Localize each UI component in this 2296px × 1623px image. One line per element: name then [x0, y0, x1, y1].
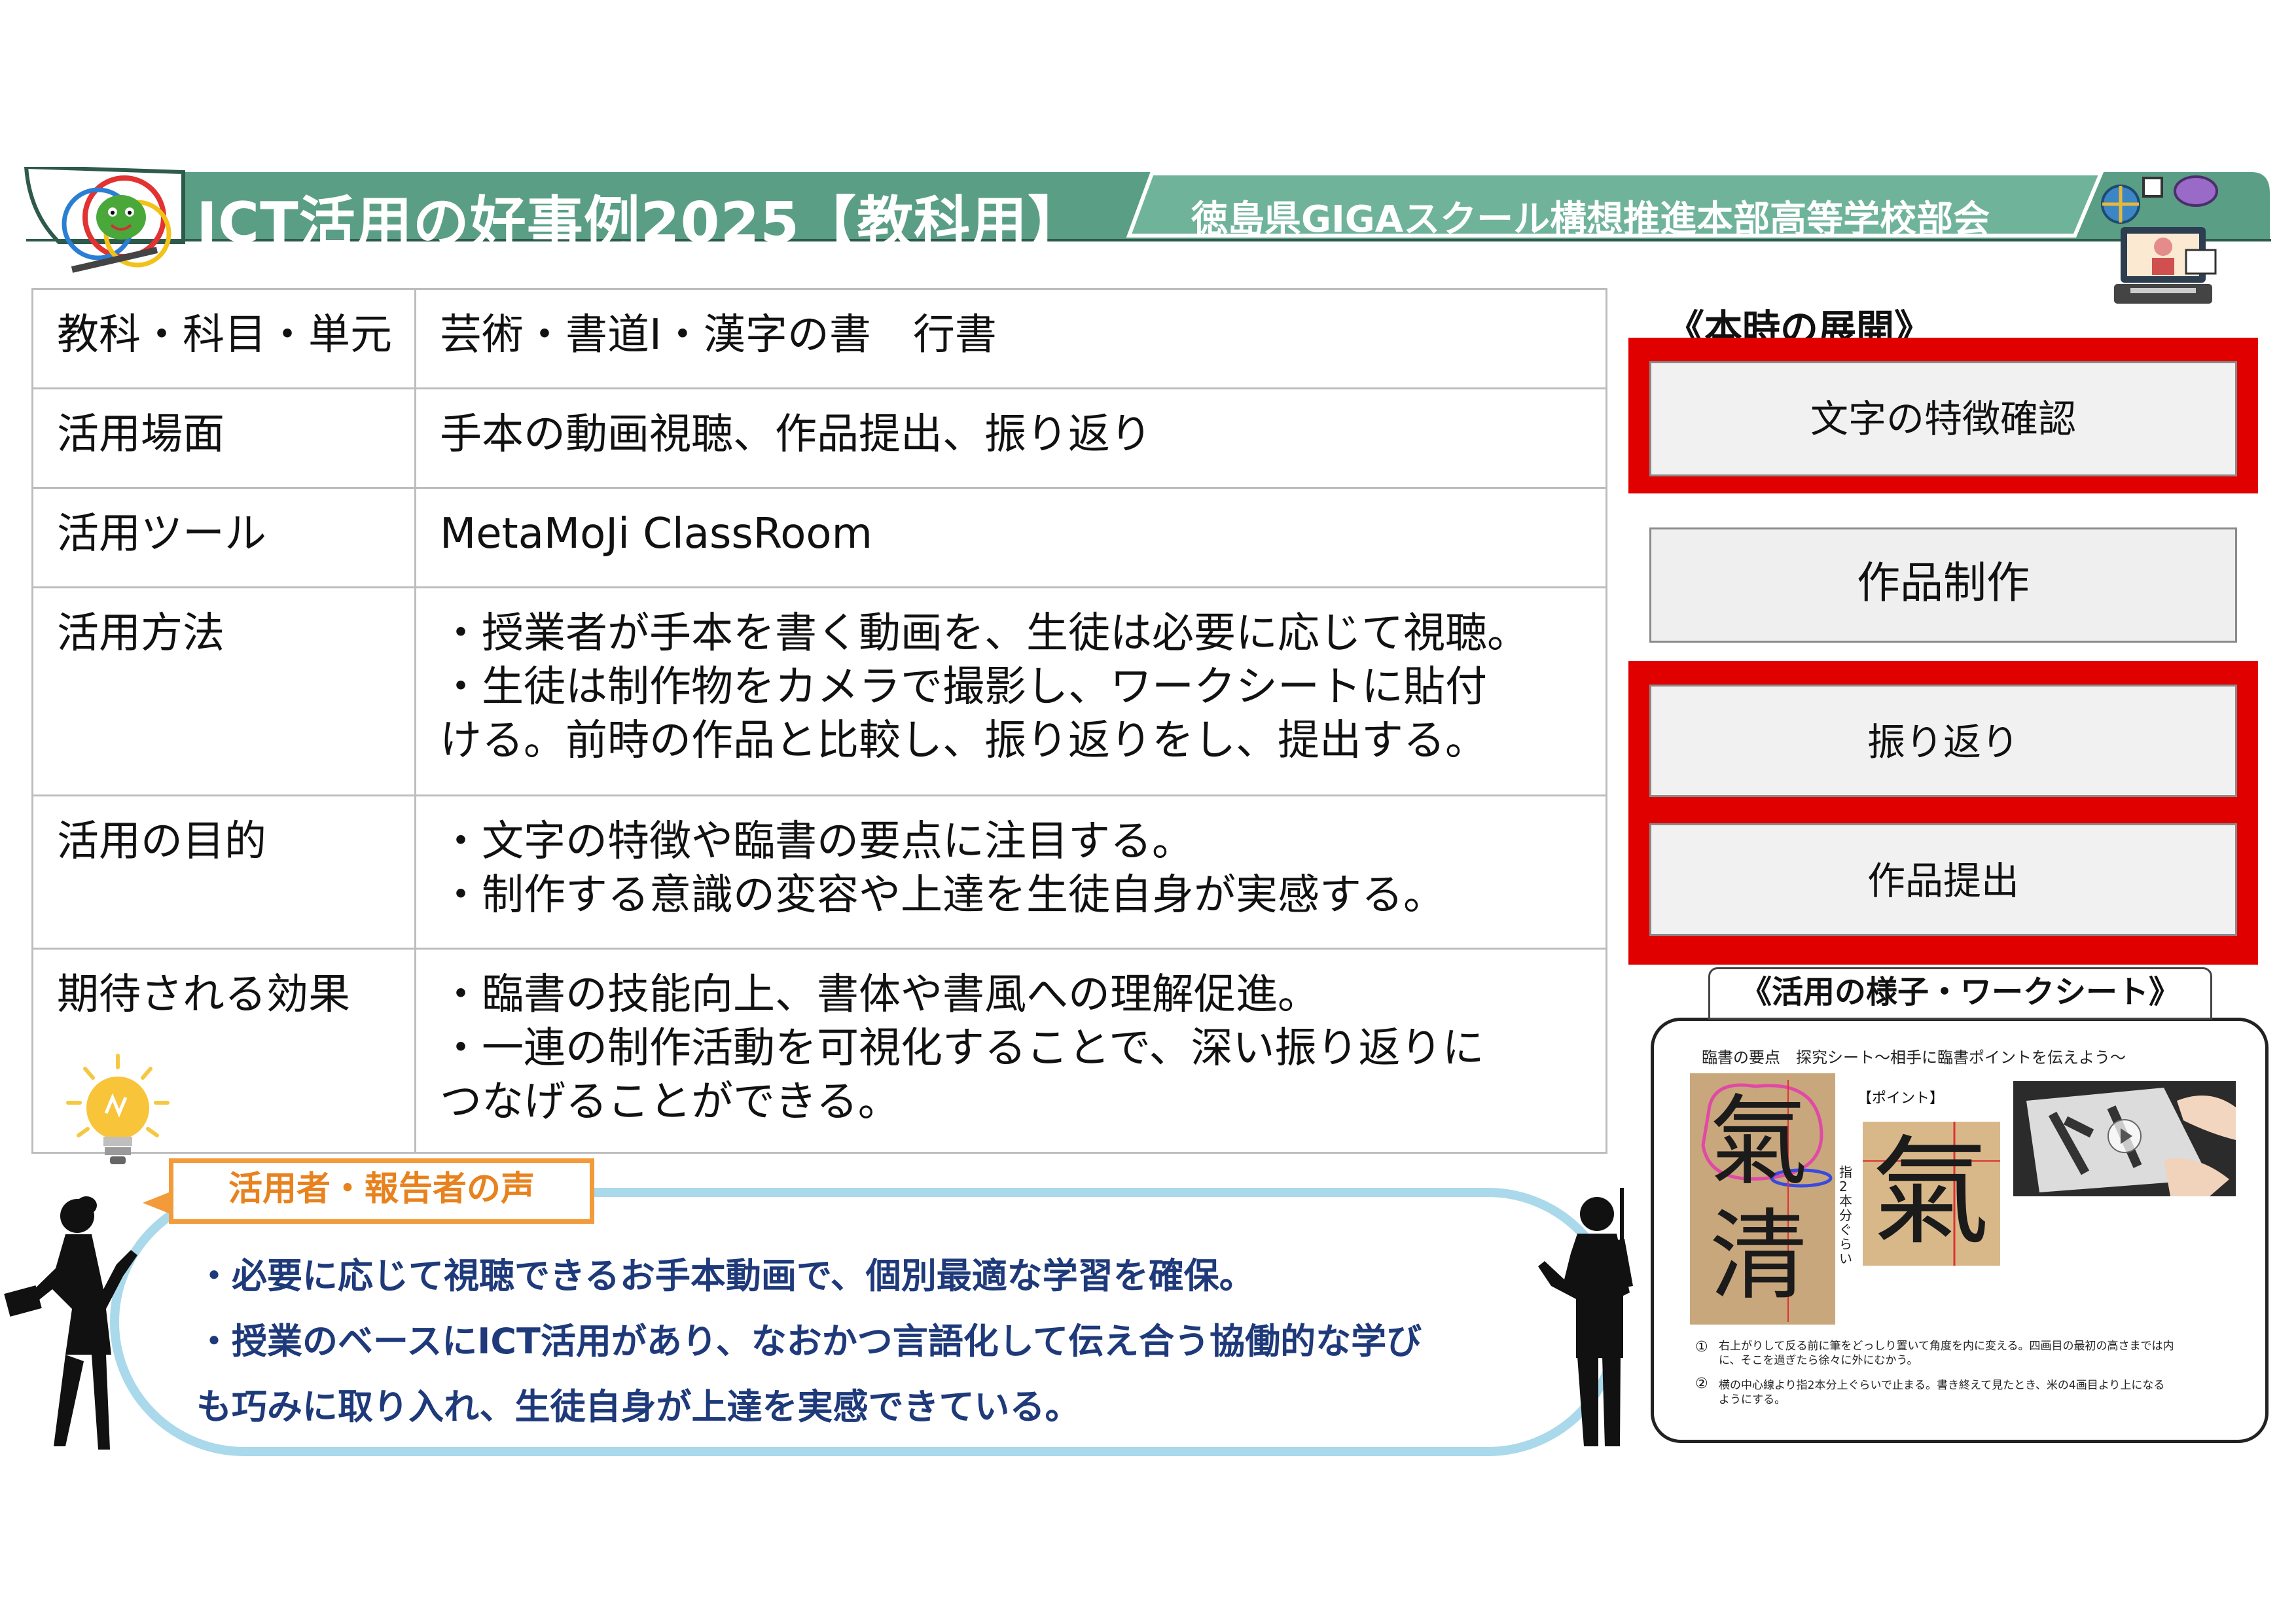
example-heading: 《活用の様子・ワークシート》 [1708, 967, 2212, 1020]
row-value: ・文字の特徴や臨書の要点に注目する。 ・制作する意識の変容や上達を生徒自身が実感… [414, 794, 1607, 950]
row-value: ・授業者が手本を書く動画を、生徒は必要に応じて視聴。 ・生徒は制作物をカメラで撮… [414, 586, 1607, 796]
calligraphy-point-char: 氣 [1872, 1124, 1990, 1261]
value-line: 手本の動画視聴、作品提出、振り返り [440, 410, 1152, 459]
table-row: 活用場面 手本の動画視聴、作品提出、振り返り [31, 387, 1607, 489]
row-label: 活用の目的 [31, 794, 416, 950]
value-line: MetaMoJi ClassRoom [440, 510, 872, 558]
lightbulb-icon [66, 1054, 170, 1164]
note-2-line-1: 横の中心線より指2本分上ぐらいで止まる。書き終えて見たとき、米の4画目より上にな… [1719, 1379, 2165, 1392]
value-line: ・文字の特徴や臨書の要点に注目する。 [440, 817, 1194, 866]
calligraphy-sample-image: 氣 清 [1690, 1073, 1835, 1325]
row-label: 活用場面 [31, 387, 416, 489]
flow-step-submission: 作品提出 [1649, 823, 2237, 936]
voice-line: ・授業のベースにICT活用があり、なおかつ言語化して伝え合う協働的な学び [196, 1321, 1422, 1362]
info-table: 教科・科目・単元 芸術・書道Ⅰ・漢字の書 行書 活用場面 手本の動画視聴、作品提… [31, 288, 1607, 1154]
point-label: 【ポイント】 [1857, 1090, 1945, 1107]
value-line: ・臨書の技能向上、書体や書風への理解促進。 [440, 971, 1319, 1019]
voice-line: も巧みに取り入れ、生徒自身が上達を実感できている。 [196, 1386, 1081, 1427]
note-1-mark: ① [1695, 1339, 1708, 1355]
flow-step-feature-check: 文字の特徴確認 [1649, 361, 2237, 476]
note-1-line-2: に、そこを過ぎたら徐々に外にむかう。 [1719, 1354, 1918, 1367]
calligraphy-point-image: 氣 [1863, 1122, 2000, 1266]
row-label: 活用方法 [31, 586, 416, 796]
value-line: ・一連の制作活動を可視化することで、深い振り返りに [440, 1024, 1484, 1073]
row-label: 教科・科目・単元 [31, 288, 416, 389]
flow-step-reflection: 振り返り [1649, 685, 2237, 797]
flow-step-label: 作品提出 [1867, 859, 2019, 903]
online-class-illustration-icon [2101, 175, 2218, 304]
value-line: ・制作する意識の変容や上達を生徒自身が実感する。 [440, 871, 1445, 919]
flow-step-label: 文字の特徴確認 [1810, 397, 2076, 441]
row-label: 活用ツール [31, 487, 416, 588]
flow-step-label: 振り返り [1867, 720, 2019, 764]
row-value: ・臨書の技能向上、書体や書風への理解促進。 ・一連の制作活動を可視化することで、… [414, 948, 1607, 1154]
organization-name: 徳島県GIGAスクール構想推進本部高等学校部会 [1191, 198, 1990, 241]
man-presenter-silhouette-icon [1538, 1188, 1633, 1446]
flow-step-label: 作品制作 [1857, 558, 2030, 608]
row-value: 芸術・書道Ⅰ・漢字の書 行書 [414, 288, 1607, 389]
voice-heading: 活用者・報告者の声 [169, 1158, 594, 1224]
calligraphy-char-bottom: 清 [1710, 1200, 1808, 1313]
worksheet-title: 臨書の要点 探究シート～相手に臨書ポイントを伝えよう～ [1702, 1048, 2126, 1067]
table-row: 活用方法 ・授業者が手本を書く動画を、生徒は必要に応じて視聴。 ・生徒は制作物を… [31, 586, 1607, 796]
value-line: 芸術・書道Ⅰ・漢字の書 行書 [440, 311, 997, 359]
table-row: 教科・科目・単元 芸術・書道Ⅰ・漢字の書 行書 [31, 288, 1607, 389]
voice-line: ・必要に応じて視聴できるお手本動画で、個別最適な学習を確保。 [196, 1255, 1255, 1296]
table-row: 活用ツール MetaMoJi ClassRoom [31, 487, 1607, 588]
flow-step-production: 作品制作 [1649, 527, 2237, 643]
calligraphy-char-top: 氣 [1710, 1085, 1808, 1199]
row-value: 手本の動画視聴、作品提出、振り返り [414, 387, 1607, 489]
table-row: 期待される効果 ・臨書の技能向上、書体や書風への理解促進。 ・一連の制作活動を可… [31, 948, 1607, 1154]
play-button-icon[interactable] [2106, 1118, 2143, 1154]
table-row: 活用の目的 ・文字の特徴や臨書の要点に注目する。 ・制作する意識の変容や上達を生… [31, 794, 1607, 950]
row-value: MetaMoJi ClassRoom [414, 487, 1607, 588]
page-title: ICT活用の好事例2025【教科用】 [196, 190, 1085, 256]
annotation-text: 指2本分ぐらい [1839, 1164, 1852, 1266]
value-line: ・授業者が手本を書く動画を、生徒は必要に応じて視聴。 [440, 609, 1529, 658]
note-1-line-1: 右上がりして反る前に筆をどっしり置いて角度を内に変える。四画目の最初の高さまでは… [1719, 1340, 2174, 1353]
mascot-logo-icon [62, 175, 171, 273]
value-line: つなげることができる。 [440, 1078, 900, 1126]
note-2-mark: ② [1695, 1376, 1708, 1392]
video-thumbnail[interactable] [2013, 1081, 2236, 1196]
woman-presenter-silhouette-icon [4, 1196, 137, 1450]
value-line: ける。前時の作品と比較し、振り返りをし、提出する。 [440, 717, 1487, 765]
value-line: ・生徒は制作物をカメラで撮影し、ワークシートに貼付 [440, 663, 1487, 711]
note-2-line-2: ようにする。 [1719, 1393, 1786, 1406]
